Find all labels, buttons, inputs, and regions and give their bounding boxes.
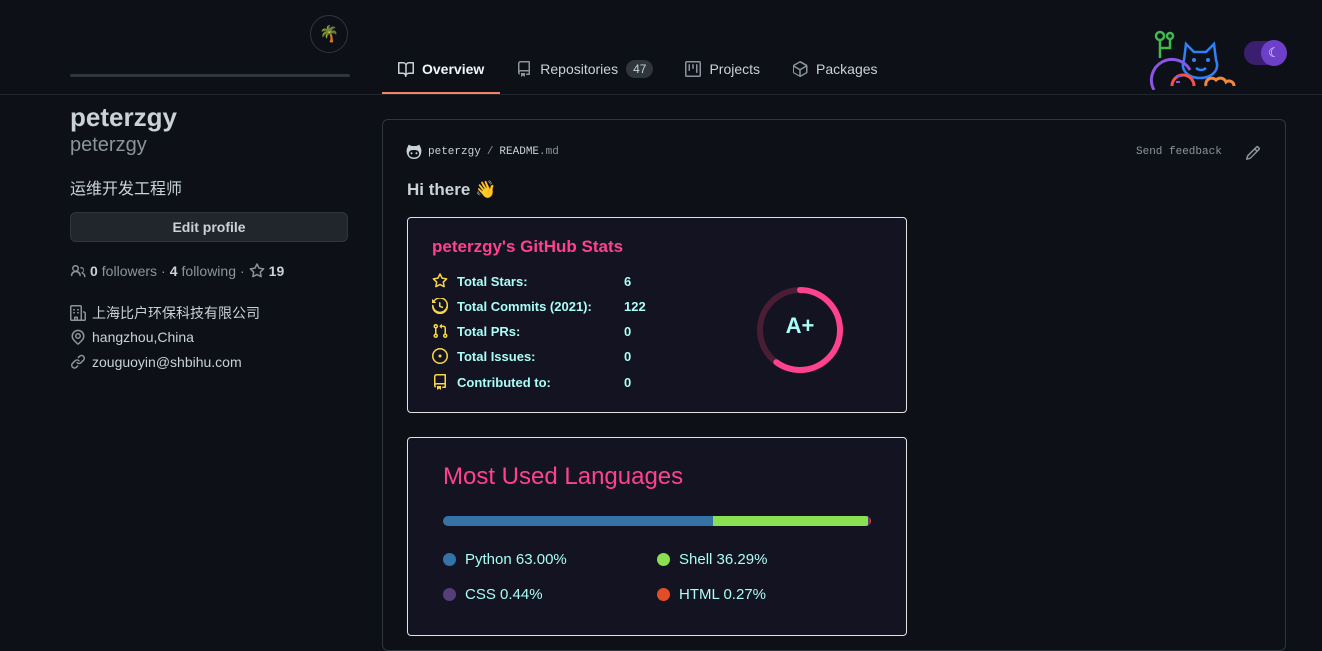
octoface-icon bbox=[406, 144, 422, 159]
stat-value: 0 bbox=[624, 348, 632, 364]
send-feedback-link[interactable]: Send feedback bbox=[1136, 146, 1222, 158]
profile-username: peterzgy bbox=[70, 134, 147, 156]
language-name: CSS bbox=[465, 586, 496, 603]
followers-count: 0 bbox=[90, 263, 98, 279]
html-color-dot bbox=[657, 588, 670, 601]
readme-file-ext: .md bbox=[539, 146, 559, 158]
stat-label: Total Commits (2021): bbox=[457, 298, 592, 314]
stat-value: 6 bbox=[624, 273, 632, 289]
language-item-css: CSS 0.44% bbox=[443, 586, 543, 603]
moon-icon: ☾ bbox=[1261, 40, 1287, 66]
tab-packages-label: Packages bbox=[816, 61, 878, 77]
stats-card-title: peterzgy's GitHub Stats bbox=[432, 237, 624, 256]
link-icon bbox=[71, 354, 86, 369]
readme-greeting: Hi there 👋 bbox=[407, 180, 497, 199]
stat-row-prs: Total PRs: 0 bbox=[432, 323, 631, 339]
octocat-mascots-illustration bbox=[1149, 30, 1236, 90]
repo-icon bbox=[434, 374, 446, 390]
language-bar-segment bbox=[443, 516, 713, 526]
header-divider bbox=[0, 94, 1322, 95]
following-label: following bbox=[181, 263, 236, 279]
shell-color-dot bbox=[657, 553, 670, 566]
following-count: 4 bbox=[169, 263, 178, 279]
languages-card-title: Most Used Languages bbox=[443, 463, 684, 490]
stat-row-contributed: Contributed to: 0 bbox=[432, 374, 631, 390]
language-percent: 36.29% bbox=[716, 551, 768, 568]
stat-value: 0 bbox=[624, 374, 632, 390]
css-color-dot bbox=[443, 588, 456, 601]
stars-count: 19 bbox=[268, 263, 285, 279]
separator-dot: · bbox=[161, 263, 166, 279]
pencil-icon[interactable] bbox=[1245, 145, 1261, 161]
email-text: zouguoyin@shbihu.com bbox=[92, 354, 242, 370]
profile-email[interactable]: zouguoyin@shbihu.com bbox=[70, 354, 242, 370]
readme-path-separator: / bbox=[486, 146, 494, 158]
language-percent: 0.27% bbox=[723, 586, 766, 603]
history-icon bbox=[432, 298, 448, 314]
profile-tabs: Overview Repositories 47 Projects Packag… bbox=[382, 46, 894, 94]
location-icon bbox=[71, 329, 85, 345]
book-icon bbox=[398, 62, 414, 77]
issue-icon bbox=[432, 348, 448, 364]
readme-filename[interactable]: README.md bbox=[499, 146, 558, 158]
language-percent: 0.44% bbox=[500, 586, 543, 603]
followers-link[interactable]: 0 followers bbox=[70, 263, 157, 279]
stat-value: 0 bbox=[624, 323, 632, 339]
status-emoji-button[interactable]: 🌴 bbox=[310, 15, 348, 53]
stat-label: Total PRs: bbox=[457, 323, 521, 339]
language-item-shell: Shell 36.29% bbox=[657, 551, 767, 568]
organization-icon bbox=[70, 305, 86, 321]
star-icon bbox=[249, 263, 265, 278]
stars-link[interactable]: 19 bbox=[249, 263, 285, 279]
followers-label: followers bbox=[101, 263, 158, 279]
stat-row-stars: Total Stars: 6 bbox=[432, 273, 631, 289]
avatar-divider bbox=[70, 74, 350, 77]
profile-company: 上海比户环保科技有限公司 bbox=[70, 303, 260, 323]
python-color-dot bbox=[443, 553, 456, 566]
edit-profile-button[interactable]: Edit profile bbox=[70, 212, 348, 242]
tab-overview-label: Overview bbox=[422, 61, 485, 77]
language-name: Python bbox=[465, 551, 512, 568]
language-bar-segment bbox=[712, 516, 868, 526]
stat-label: Total Stars: bbox=[457, 273, 528, 289]
language-item-python: Python 63.00% bbox=[443, 551, 567, 568]
package-icon bbox=[793, 61, 808, 77]
language-name: Shell bbox=[679, 551, 713, 568]
stat-value: 122 bbox=[624, 298, 646, 314]
star-icon bbox=[432, 273, 448, 288]
location-text: hangzhou,China bbox=[92, 329, 194, 345]
repositories-count-badge: 47 bbox=[626, 60, 654, 78]
palm-tree-icon: 🌴 bbox=[319, 26, 339, 43]
tab-overview[interactable]: Overview bbox=[382, 46, 501, 94]
rank-grade: A+ bbox=[785, 313, 815, 338]
stat-label: Contributed to: bbox=[457, 374, 551, 390]
readme-file-base: README bbox=[499, 146, 540, 158]
following-link[interactable]: 4 following bbox=[170, 263, 236, 279]
theme-toggle[interactable]: ☾ bbox=[1244, 40, 1287, 66]
stat-row-issues: Total Issues: 0 bbox=[432, 348, 631, 364]
languages-progress-bar bbox=[443, 516, 871, 526]
tab-repositories[interactable]: Repositories 47 bbox=[500, 46, 669, 92]
language-name: HTML bbox=[679, 586, 720, 603]
readme-owner-link[interactable]: peterzgy bbox=[428, 146, 481, 158]
separator-dot: · bbox=[240, 263, 245, 279]
company-text: 上海比户环保科技有限公司 bbox=[92, 305, 260, 321]
stat-row-commits: Total Commits (2021): 122 bbox=[432, 298, 646, 314]
follow-stats: 0 followers · 4 following · 19 bbox=[70, 263, 284, 279]
people-icon bbox=[70, 264, 86, 278]
project-icon bbox=[685, 61, 702, 77]
stat-label: Total Issues: bbox=[457, 348, 536, 364]
profile-location: hangzhou,China bbox=[70, 329, 194, 345]
tab-packages[interactable]: Packages bbox=[776, 46, 893, 92]
readme-header: peterzgy / README.md bbox=[406, 144, 559, 160]
repo-icon bbox=[518, 61, 531, 77]
pull-request-icon bbox=[433, 323, 448, 339]
language-item-html: HTML 0.27% bbox=[657, 586, 766, 603]
language-percent: 63.00% bbox=[515, 551, 567, 568]
tab-projects-label: Projects bbox=[709, 61, 761, 77]
tab-repositories-label: Repositories bbox=[540, 61, 619, 77]
tab-projects[interactable]: Projects bbox=[669, 46, 776, 92]
profile-fullname: peterzgy bbox=[70, 102, 177, 132]
profile-bio: 运维开发工程师 bbox=[70, 181, 183, 198]
